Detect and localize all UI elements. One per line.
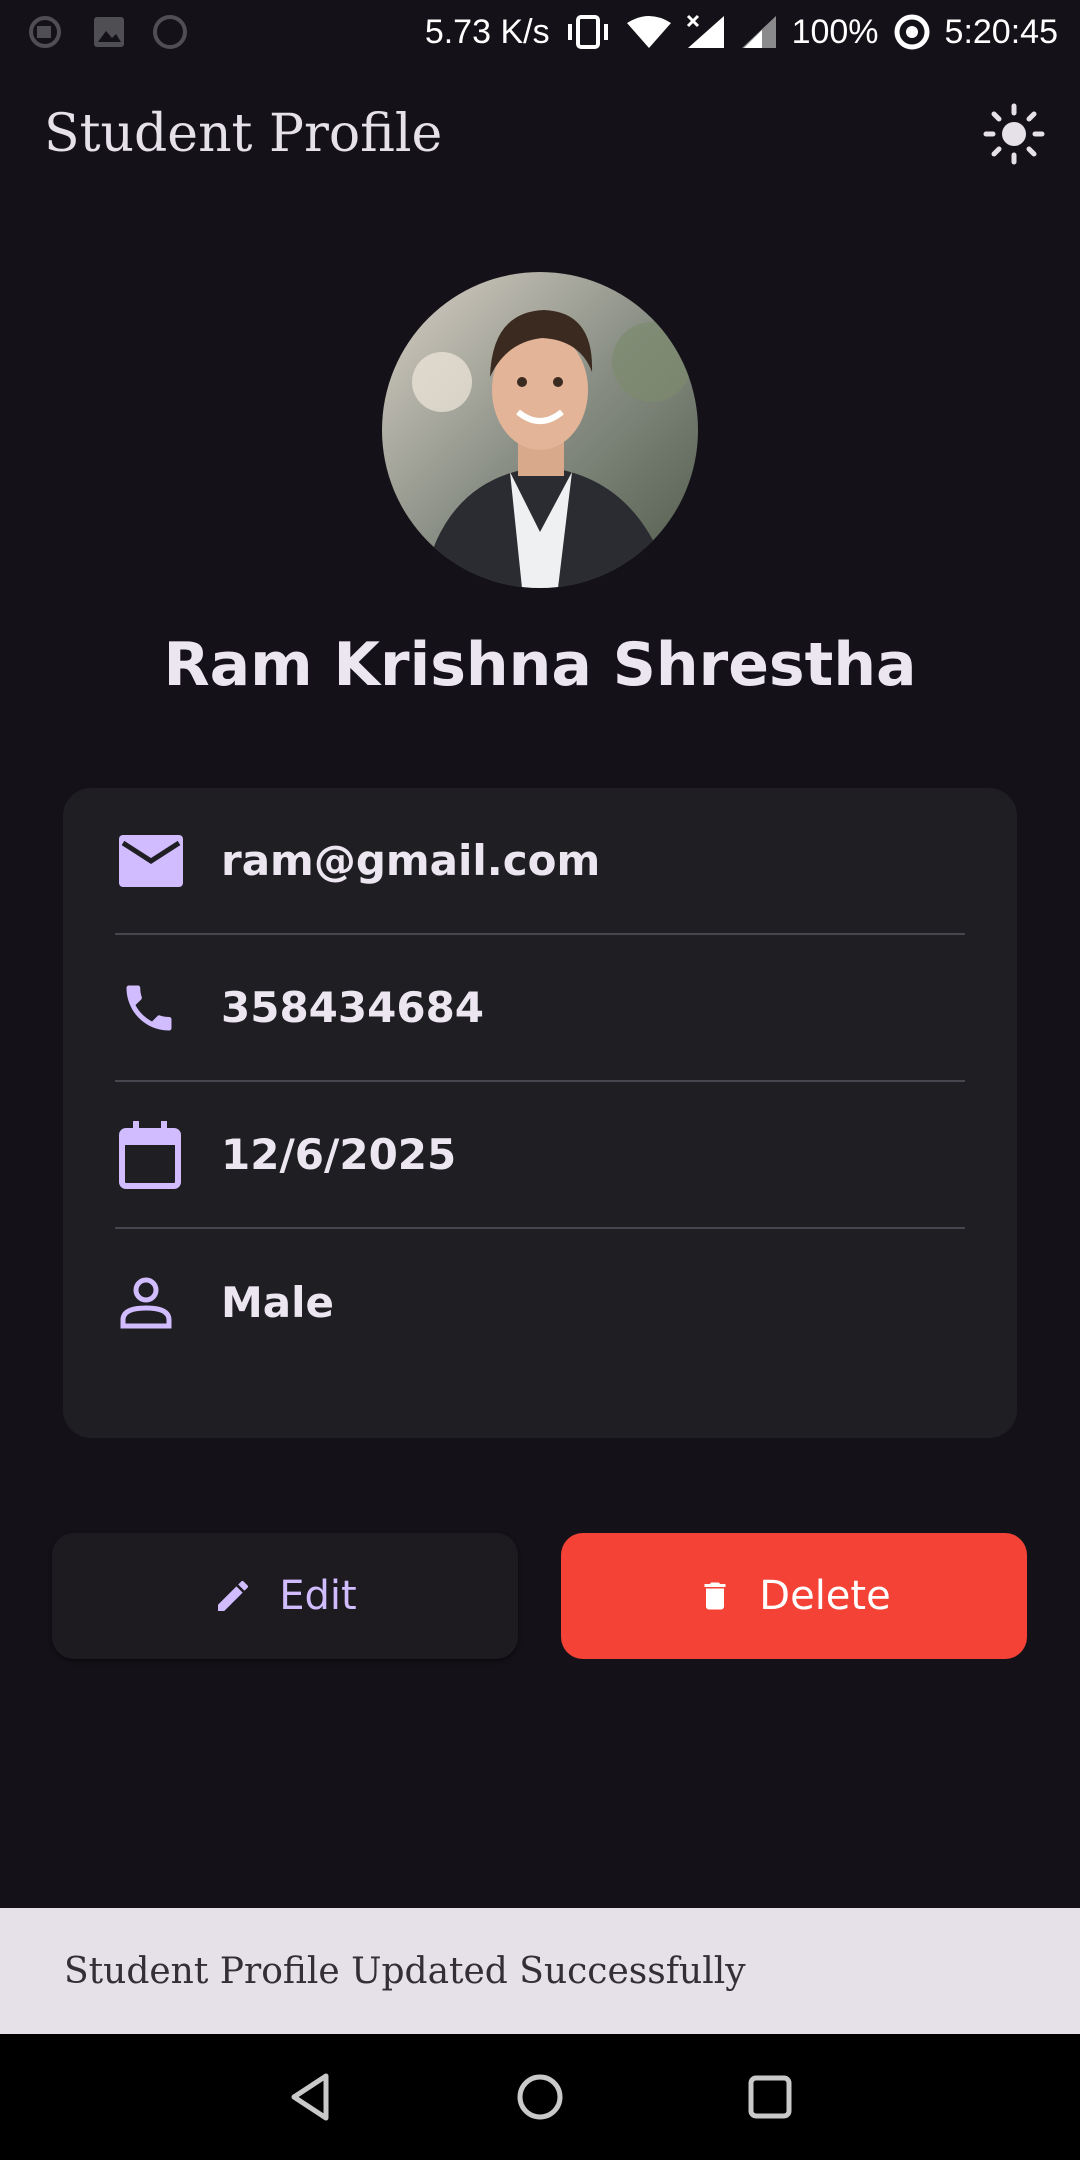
battery-percent: 100% — [791, 12, 879, 51]
page-title: Student Profile — [44, 104, 443, 164]
signal-icon — [741, 16, 776, 48]
person-icon — [119, 1267, 191, 1339]
video-off-icon — [29, 16, 61, 48]
wifi-icon — [626, 16, 671, 48]
email-icon — [119, 825, 191, 897]
clock: 5:20:45 — [944, 12, 1058, 51]
status-indicators: 5.73 K/s 100% 5:20:45 — [425, 13, 1058, 52]
delete-button[interactable]: Delete — [561, 1533, 1027, 1659]
calendar-icon — [119, 1119, 191, 1191]
profile-avatar — [382, 272, 698, 588]
delete-label: Delete — [759, 1573, 891, 1619]
recents-button[interactable] — [740, 2067, 800, 2127]
status-bar: 5.73 K/s 100% 5:20:45 — [0, 0, 1080, 64]
recents-icon — [748, 2075, 792, 2119]
detail-row-gender: Male — [115, 1229, 965, 1376]
theme-toggle-button[interactable] — [976, 96, 1052, 172]
data-saver-icon — [894, 14, 930, 50]
image-icon — [94, 17, 124, 47]
edit-label: Edit — [279, 1573, 357, 1619]
phone-icon — [119, 972, 191, 1044]
trash-icon — [704, 1582, 726, 1610]
gender-value: Male — [221, 1278, 335, 1327]
dob-value: 12/6/2025 — [221, 1130, 457, 1179]
edit-button[interactable]: Edit — [52, 1533, 518, 1659]
vibrate-icon — [567, 15, 608, 49]
home-button[interactable] — [510, 2067, 570, 2127]
sun-icon — [983, 103, 1045, 165]
email-value: ram@gmail.com — [221, 836, 601, 885]
detail-row-phone: 358434684 — [115, 935, 965, 1082]
detail-row-dob: 12/6/2025 — [115, 1082, 965, 1229]
system-nav-bar — [0, 2034, 1080, 2160]
student-details-card: ram@gmail.com 358434684 12/6/2025 Male — [63, 788, 1017, 1438]
snackbar: Student Profile Updated Successfully — [0, 1908, 1080, 2034]
back-button[interactable] — [280, 2067, 340, 2127]
home-icon — [517, 2074, 563, 2120]
snackbar-message: Student Profile Updated Successfully — [64, 1950, 746, 1992]
notification-icons — [28, 14, 188, 50]
pencil-icon — [218, 1580, 249, 1611]
student-name: Ram Krishna Shrestha — [163, 630, 917, 700]
back-icon — [291, 2073, 329, 2121]
circle-icon — [153, 15, 187, 49]
phone-value: 358434684 — [221, 983, 485, 1032]
signal-no-data-icon — [686, 14, 724, 48]
network-speed: 5.73 K/s — [424, 12, 550, 51]
profile-photo — [382, 272, 698, 588]
app-bar: Student Profile — [0, 64, 1080, 204]
detail-row-email: ram@gmail.com — [115, 788, 965, 935]
